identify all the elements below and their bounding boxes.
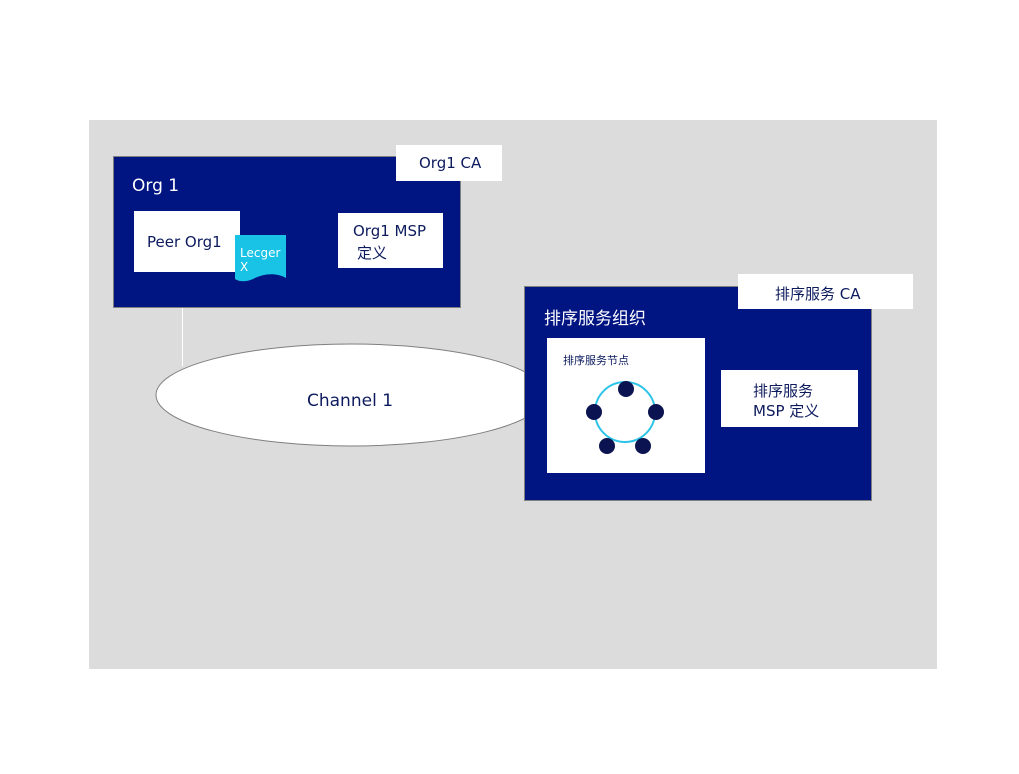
org1-msp-box: Org1 MSP 定义 <box>338 213 443 268</box>
orderer-msp-box: 排序服务 MSP 定义 <box>721 370 858 427</box>
peer-org1-label: Peer Org1 <box>147 233 222 251</box>
org1-msp-line1: Org1 MSP <box>353 222 427 240</box>
orderer-node <box>618 381 634 397</box>
ledger-label-line1: Lecger <box>240 246 281 260</box>
orderer-node <box>586 404 602 420</box>
orderer-nodes-label: 排序服务节点 <box>563 354 629 367</box>
orderer-org-title: 排序服务组织 <box>544 309 646 329</box>
org1-ca-box: Org1 CA <box>396 145 502 181</box>
orderer-node-ring <box>586 381 664 454</box>
orderer-ca-label: 排序服务 CA <box>775 285 861 303</box>
channel-label: Channel 1 <box>307 391 394 411</box>
orderer-node <box>648 404 664 420</box>
orderer-node <box>599 438 615 454</box>
org1-title: Org 1 <box>132 176 180 196</box>
ledger-label: Lecger X <box>240 246 280 274</box>
orderer-msp-line1: 排序服务 <box>753 382 814 400</box>
org1-msp-line2: 定义 <box>357 244 388 262</box>
org1-ca-label: Org1 CA <box>419 154 482 172</box>
orderer-node <box>635 438 651 454</box>
peer-org1-box: Peer Org1 <box>134 211 240 272</box>
ledger-label-line2: X <box>240 260 249 274</box>
orderer-ca-box: 排序服务 CA <box>738 274 913 309</box>
orderer-msp-line2: MSP 定义 <box>753 402 820 420</box>
